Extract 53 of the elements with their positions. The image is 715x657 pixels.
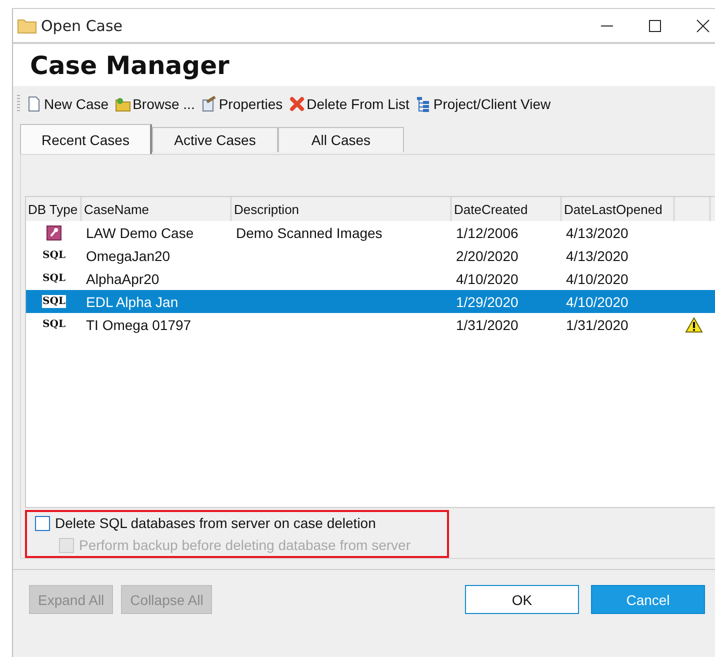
tab[interactable]: All Cases bbox=[278, 127, 404, 152]
checkbox[interactable] bbox=[35, 516, 50, 530]
table-cell-text: 2/20/2020 bbox=[455, 248, 520, 264]
document-icon bbox=[26, 96, 42, 112]
toolbar-button[interactable]: Properties bbox=[200, 96, 283, 112]
folder-icon bbox=[114, 96, 131, 112]
table-cell-text: OmegaJan20 bbox=[85, 248, 172, 264]
table-cell-text: 4/10/2020 bbox=[455, 270, 520, 286]
column-header[interactable]: DateLastOpened bbox=[562, 197, 675, 221]
toolbar-grip bbox=[17, 95, 20, 113]
column-header[interactable]: DB Type bbox=[26, 197, 82, 221]
table-cell-text: 4/13/2020 bbox=[565, 224, 630, 240]
table-cell-text: EDL Alpha Jan bbox=[85, 294, 180, 310]
table-cell-text: 1/29/2020 bbox=[455, 294, 520, 310]
table-cell-text: 1/31/2020 bbox=[565, 316, 630, 332]
table-cell-text: 4/10/2020 bbox=[565, 294, 630, 310]
dialog-button[interactable]: OK bbox=[465, 585, 579, 614]
table-cell-text: TI Omega 01797 bbox=[85, 316, 192, 332]
folder-icon bbox=[17, 18, 37, 34]
tree-view-icon bbox=[415, 96, 432, 112]
table-cell-text: Demo Scanned Images bbox=[235, 224, 384, 240]
delete-icon bbox=[288, 96, 305, 112]
maximize-icon[interactable] bbox=[648, 18, 662, 32]
header-title: Case Manager bbox=[30, 50, 230, 80]
table-cell-text: 1/31/2020 bbox=[455, 316, 520, 332]
close-icon[interactable] bbox=[696, 18, 710, 32]
table-cell-text: 1/12/2006 bbox=[455, 224, 520, 240]
window-title: Open Case bbox=[41, 16, 123, 34]
checkbox-option[interactable]: Delete SQL databases from server on case deletion bbox=[35, 515, 447, 531]
toolbar-button[interactable]: Browse ... bbox=[114, 96, 195, 112]
properties-icon bbox=[200, 96, 217, 112]
toolbar-button[interactable]: Delete From List bbox=[288, 96, 410, 112]
table-cell-text: LAW Demo Case bbox=[85, 224, 195, 240]
table-row[interactable]: SQL OmegaJan20 2/20/2020 4/13/2020 bbox=[26, 244, 715, 267]
tab[interactable]: Recent Cases bbox=[20, 124, 152, 154]
database-icon bbox=[46, 224, 62, 240]
toolbar-button[interactable]: New Case bbox=[26, 96, 109, 112]
column-header[interactable]: DateCreated bbox=[452, 197, 562, 221]
table-row[interactable]: SQL TI Omega 01797 1/31/2020 1/31/2020 bbox=[26, 313, 715, 336]
table-cell-text: 4/10/2020 bbox=[565, 270, 630, 286]
sql-label: SQL bbox=[42, 318, 66, 331]
sql-label: SQL bbox=[42, 272, 66, 285]
table-row[interactable]: SQL EDL Alpha Jan 1/29/2020 4/10/2020 bbox=[26, 290, 715, 313]
sql-label: SQL bbox=[42, 249, 66, 262]
tab[interactable]: Active Cases bbox=[152, 127, 278, 152]
table-cell-text: 4/13/2020 bbox=[565, 248, 630, 264]
column-header[interactable]: Description bbox=[232, 197, 452, 221]
sql-label: SQL bbox=[42, 295, 66, 308]
table-row[interactable]: SQL AlphaApr20 4/10/2020 4/10/2020 bbox=[26, 267, 715, 290]
column-header[interactable]: CaseName bbox=[82, 197, 232, 221]
toolbar-button[interactable]: Project/Client View bbox=[415, 96, 551, 112]
table-cell-text: AlphaApr20 bbox=[85, 270, 160, 286]
table-row[interactable]: LAW Demo Case Demo Scanned Images 1/12/2006 4/13/2020 bbox=[26, 221, 715, 244]
